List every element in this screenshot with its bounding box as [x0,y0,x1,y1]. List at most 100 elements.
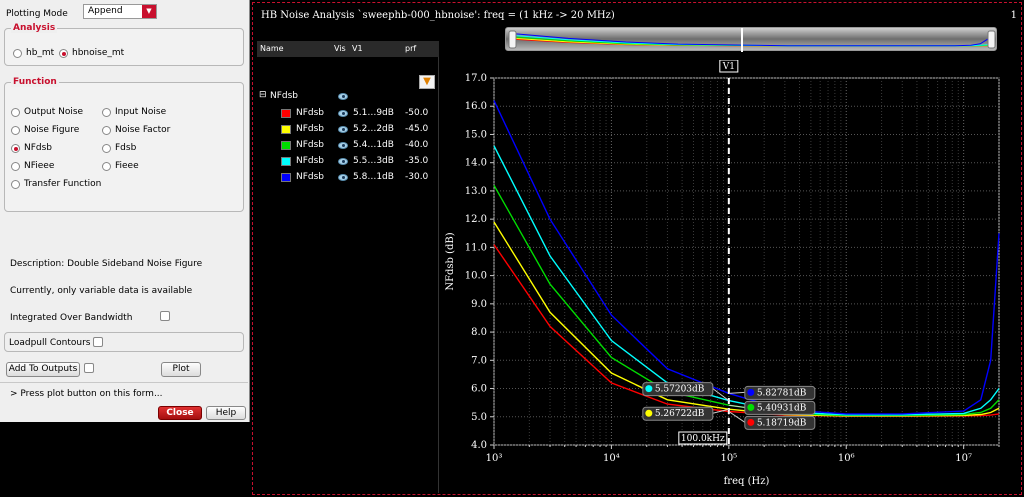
overview-line [515,35,989,47]
y-tick-label: 4.0 [471,440,487,451]
trace-v1-value: 5.1…9dB [353,108,394,118]
y-tick-label: 10.0 [465,271,487,282]
legend-row[interactable]: NFdsb 5.5…3dB -35.0 [257,155,437,169]
y-tick-label: 13.0 [465,186,487,197]
x-tick-label: 10⁶ [838,453,855,464]
readout-value: 5.18719dB [757,418,807,428]
y-tick-label: 8.0 [471,327,487,338]
eye-icon[interactable] [338,93,348,100]
zoom-overview [508,28,996,52]
x-tick-label: 10⁴ [603,453,620,464]
trace-prf-value: -35.0 [405,156,429,166]
description-text: Description: Double Sideband Noise Figur… [10,259,203,269]
legend-header: Name Vis V1 prf [257,41,439,57]
trace-color-swatch [281,157,291,166]
status-text: > Press plot button on this form... [10,389,163,399]
trace-v1-value: 5.4…1dB [353,140,394,150]
y-tick-label: 7.0 [471,355,487,366]
analysis-group: Analysis hb_mt hbnoise_mt [4,23,244,66]
scroll-right-handle[interactable] [987,30,996,49]
radio-nfieee[interactable] [11,162,20,171]
legend-group-row[interactable]: ⊟ NFdsb [257,90,437,104]
radio-transfer-function[interactable] [11,180,20,189]
collapse-icon[interactable]: ⊟ [259,90,267,100]
integrated-label: Integrated Over Bandwidth [10,313,133,323]
readout-value: 5.82781dB [757,388,807,398]
plotting-mode-value: Append [88,6,123,16]
zoom-scroll-bar[interactable] [505,27,997,52]
radio-fdsb[interactable] [102,144,111,153]
legend-row[interactable]: NFdsb 5.2…2dB -45.0 [257,123,437,137]
header-prf: prf [405,44,417,53]
trace-prf-value: -40.0 [405,140,429,150]
data-note-text: Currently, only variable data is availab… [10,286,193,296]
eye-icon[interactable] [338,174,348,181]
header-vis: Vis [334,44,346,53]
radio-label-fieee: Fieee [115,161,139,171]
trace-name: NFdsb [296,140,325,150]
legend-row[interactable]: NFdsb 5.1…9dB -50.0 [257,107,437,121]
graph-title: HB Noise Analysis `sweephb-000_hbnoise':… [261,10,615,21]
trace-prf-value: -50.0 [405,108,429,118]
readout-dot [645,409,653,417]
y-tick-label: 11.0 [465,242,487,253]
trace-legend: Name Vis V1 prf ▼ ⊟ NFdsb NFdsb 5.1…9dB -5… [257,41,439,493]
radio-label-input-noise: Input Noise [115,107,167,117]
plot-button[interactable]: Plot [161,362,201,377]
radio-noise-factor[interactable] [102,126,111,135]
window-number: 1 [1010,10,1017,21]
radio-output-noise[interactable] [11,108,20,117]
radio-nfdsb[interactable] [11,144,20,153]
trace-name: NFdsb [296,108,325,118]
eye-icon[interactable] [338,142,348,149]
readout-dot [747,403,755,411]
readout-value: 5.26722dB [655,409,705,419]
nfdsb-plot[interactable]: 4.0 5.0 6.0 7.0 8.0 9.0 10.0 11.0 12.0 13.0 14.0 15… [439,60,1019,495]
readout-dot [747,418,755,426]
radio-hbnoise-mt[interactable] [59,49,68,58]
overview-traces [515,33,989,47]
loadpull-label: Loadpull Contours [9,338,91,348]
eye-icon[interactable] [338,126,348,133]
radio-input-noise[interactable] [102,108,111,117]
marker-value-label: 100.0kHz [681,434,725,444]
header-name: Name [260,44,284,53]
function-title: Function [11,77,59,87]
plotting-mode-select[interactable]: Append ▼ [83,4,157,19]
y-tick-label: 9.0 [471,299,487,310]
y-tick-label: 5.0 [471,412,487,423]
help-button[interactable]: Help [206,406,246,420]
loadpull-checkbox[interactable] [93,337,103,347]
legend-row[interactable]: NFdsb 5.8…1dB -30.0 [257,171,437,185]
trace-prf-value: -30.0 [405,172,429,182]
close-button[interactable]: Close [158,406,202,420]
filter-icon[interactable]: ▼ [419,75,435,89]
readout-value: 5.57203dB [655,385,705,395]
trace-v1-value: 5.8…1dB [353,172,394,182]
readout-dot [747,388,755,396]
readout-dot [645,385,653,393]
trace-v1-value: 5.2…2dB [353,124,394,134]
radio-label-hbnoise-mt: hbnoise_mt [72,48,125,58]
trace-name: NFdsb [296,156,325,166]
dropdown-arrow-icon: ▼ [142,5,156,18]
legend-row[interactable]: NFdsb 5.4…1dB -40.0 [257,139,437,153]
add-to-outputs-button[interactable]: Add To Outputs [6,362,80,377]
radio-noise-figure[interactable] [11,126,20,135]
direct-plot-form: Plotting Mode Append ▼ Analysis hb_mt hb… [0,0,250,422]
eye-icon[interactable] [338,158,348,165]
add-to-outputs-checkbox[interactable] [84,363,94,373]
radio-label-nfdsb: NFdsb [24,143,53,153]
radio-fieee[interactable] [102,162,111,171]
function-group: Function Output Noise Input Noise Noise … [4,77,244,212]
trace-color-swatch [281,173,291,182]
eye-icon[interactable] [338,110,348,117]
radio-label-transfer-function: Transfer Function [24,179,102,189]
trace-color-swatch [281,109,291,118]
radio-hb-mt[interactable] [13,49,22,58]
header-v1: V1 [352,44,363,53]
scroll-left-handle[interactable] [508,30,517,49]
radio-label-nfieee: NFieee [24,161,55,171]
loadpull-group: Loadpull Contours [4,332,244,352]
integrated-checkbox[interactable] [160,311,170,321]
